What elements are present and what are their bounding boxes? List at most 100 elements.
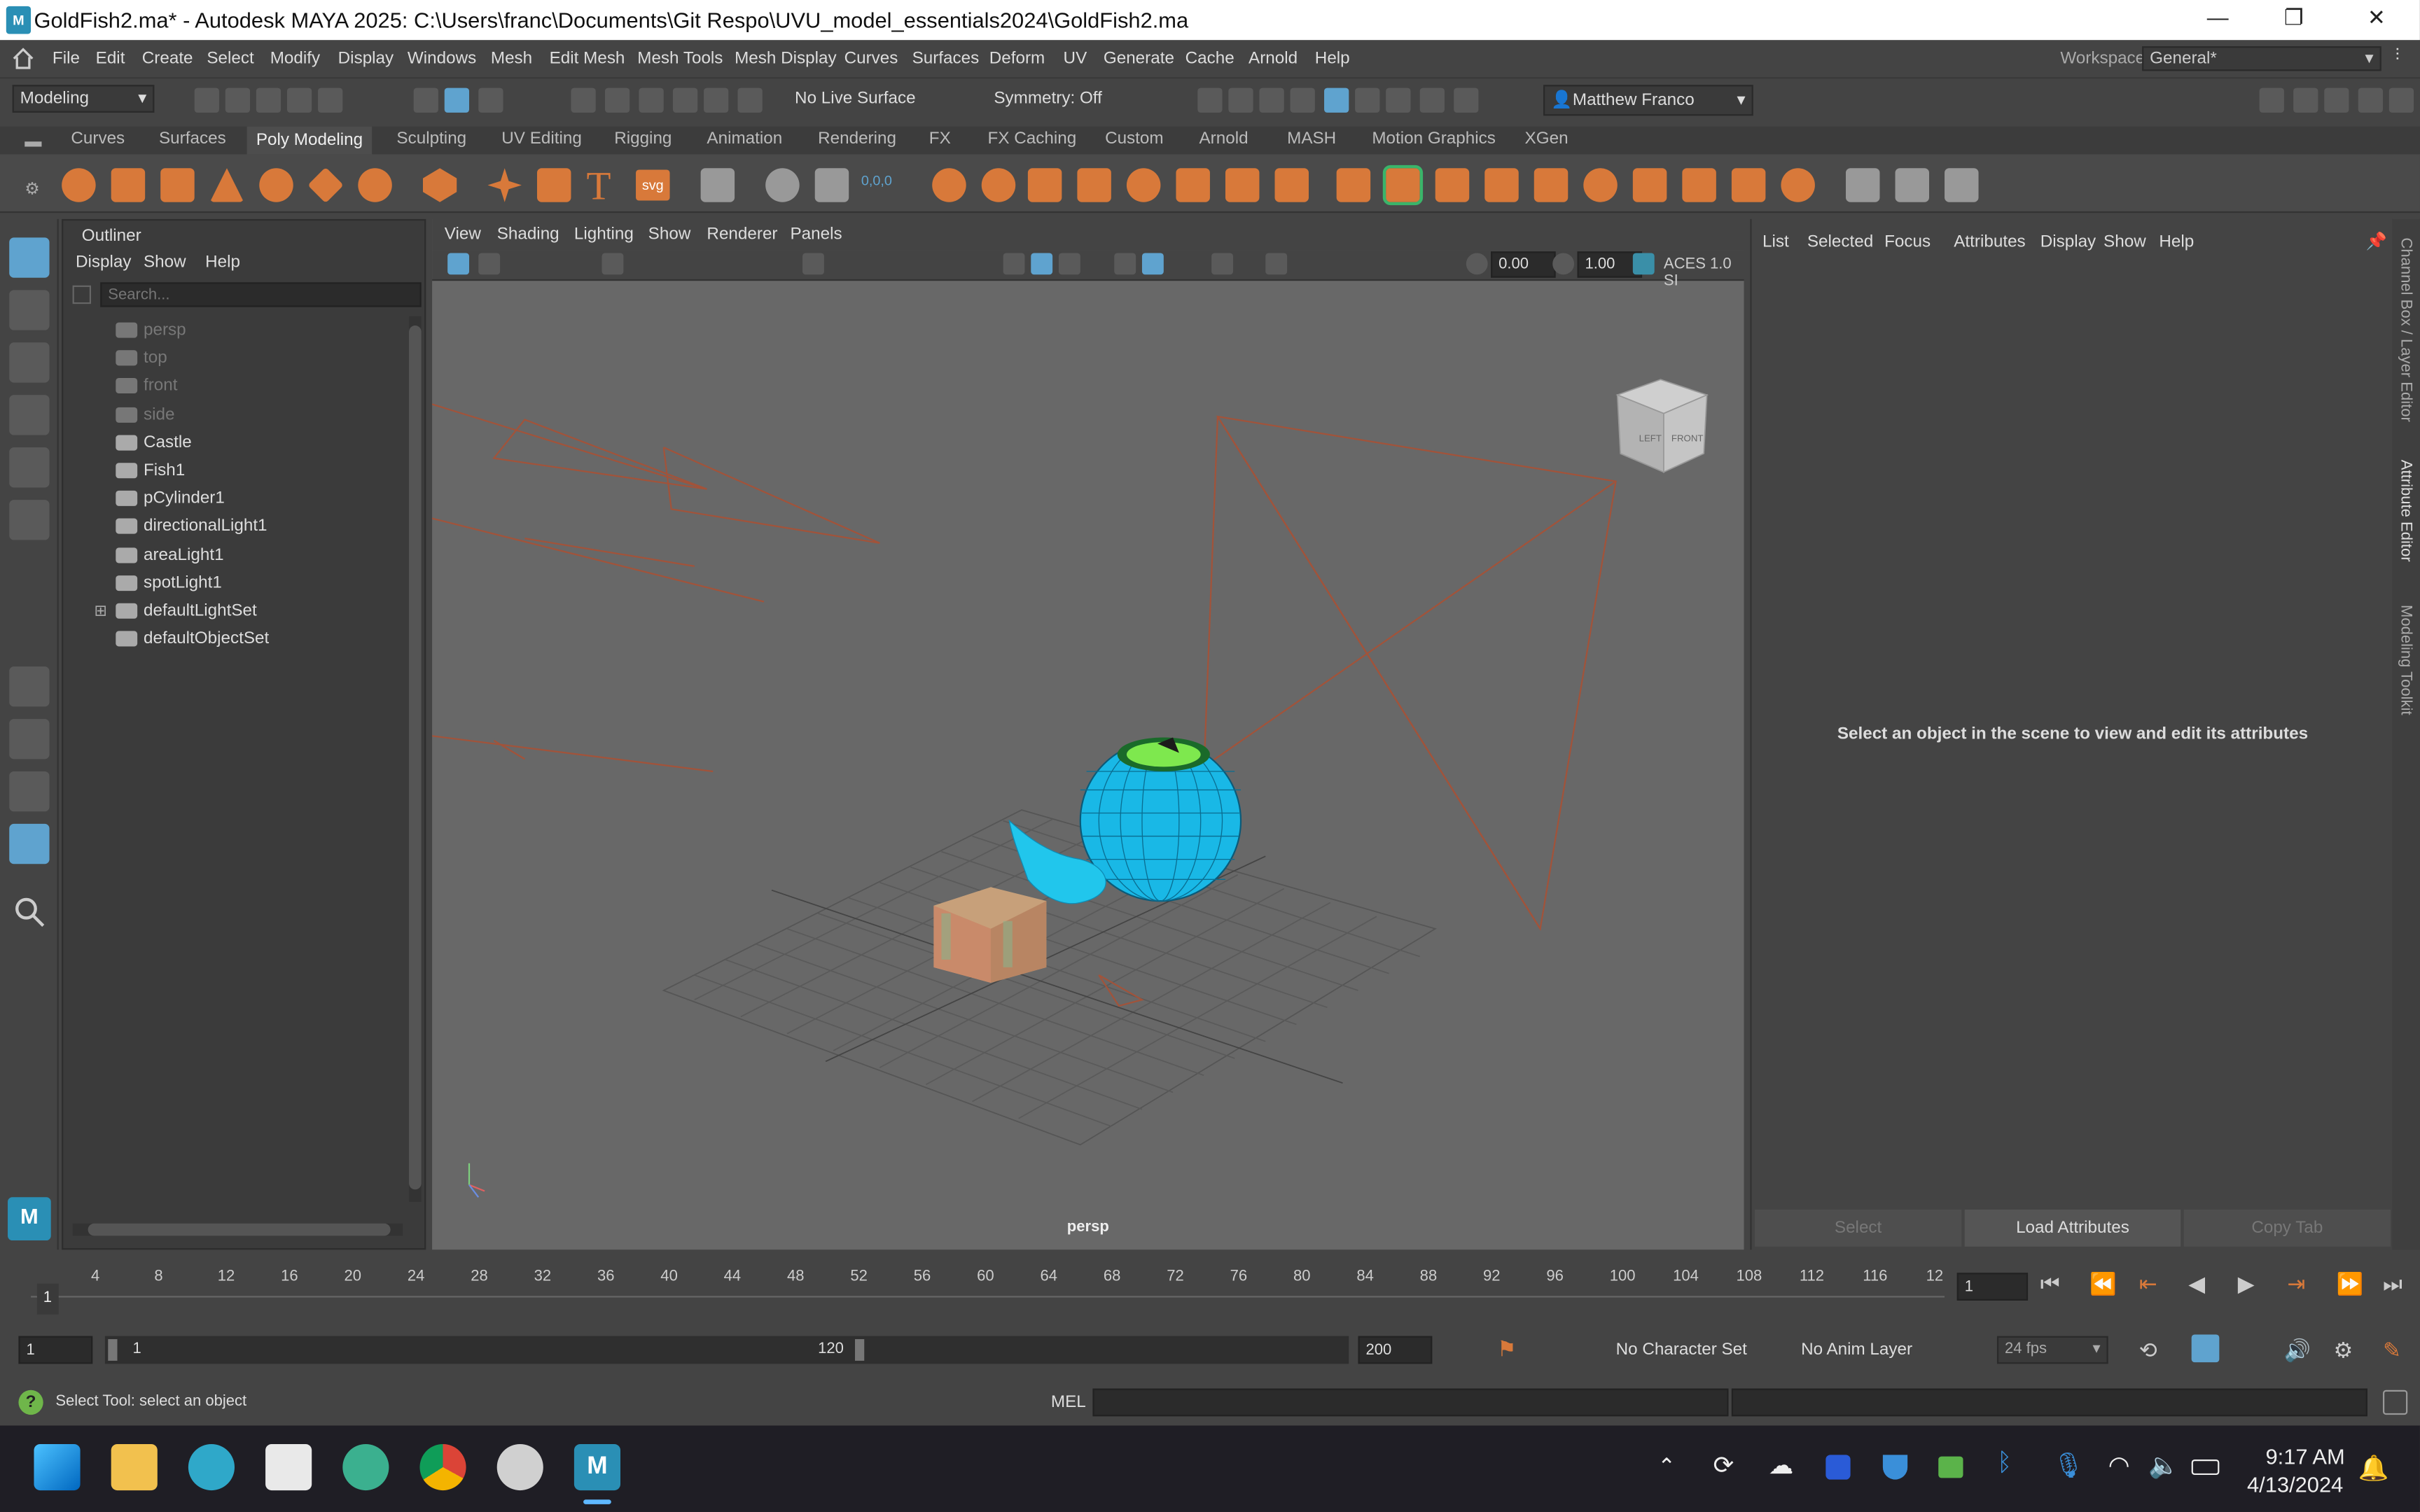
menu-surfaces[interactable]: Surfaces bbox=[912, 50, 980, 68]
play-forward-icon[interactable]: ▶ bbox=[2238, 1271, 2255, 1297]
outliner-item[interactable]: pCylinder1 bbox=[116, 484, 225, 512]
grid-toggle-icon[interactable] bbox=[802, 253, 824, 275]
microsoft-store-icon[interactable] bbox=[265, 1443, 312, 1491]
extrude-icon[interactable] bbox=[1225, 168, 1260, 202]
modeling-toolkit-icon[interactable] bbox=[2259, 88, 2284, 113]
platonic-solid-icon[interactable] bbox=[422, 168, 457, 202]
step-back-key-icon[interactable]: ⏪ bbox=[2089, 1271, 2116, 1297]
multi-cut-icon[interactable] bbox=[1382, 164, 1424, 206]
file-explorer-icon[interactable] bbox=[111, 1443, 158, 1491]
poly-cone-icon[interactable] bbox=[209, 168, 244, 202]
menu-modify[interactable]: Modify bbox=[270, 50, 320, 68]
svg-tool-icon[interactable]: svg bbox=[636, 169, 670, 201]
menu-edit[interactable]: Edit bbox=[96, 50, 125, 68]
microphone-icon[interactable]: 🎙 bbox=[2052, 1450, 2084, 1481]
outliner-item[interactable]: defaultObjectSet bbox=[116, 625, 269, 653]
tab-modeling-toolkit[interactable]: Modeling Toolkit bbox=[2397, 605, 2414, 715]
bridge-icon[interactable] bbox=[1274, 168, 1309, 202]
poly-cube-icon[interactable] bbox=[111, 168, 146, 202]
menu-select[interactable]: Select bbox=[207, 50, 253, 68]
obs-icon[interactable] bbox=[496, 1443, 543, 1491]
four-view-icon[interactable] bbox=[9, 719, 50, 760]
wireframe-icon[interactable] bbox=[1003, 253, 1025, 275]
pause-icon[interactable] bbox=[1454, 88, 1479, 113]
save-scene-icon[interactable] bbox=[256, 88, 281, 113]
move-tool-icon[interactable] bbox=[9, 395, 50, 435]
outliner-menu-help[interactable]: Help bbox=[205, 253, 240, 271]
tab-curves[interactable]: Curves bbox=[71, 130, 125, 148]
render-frame-icon[interactable] bbox=[1228, 88, 1253, 113]
menu-windows[interactable]: Windows bbox=[408, 50, 476, 68]
freeze-transform-icon[interactable] bbox=[814, 168, 849, 202]
tab-xgen[interactable]: XGen bbox=[1525, 130, 1569, 148]
gitkraken-icon[interactable] bbox=[342, 1443, 389, 1491]
tab-motion-graphics[interactable]: Motion Graphics bbox=[1372, 130, 1496, 148]
outliner-item[interactable]: spotLight1 bbox=[116, 569, 222, 597]
outliner-item[interactable]: top bbox=[116, 344, 167, 372]
exposure-field[interactable] bbox=[1491, 251, 1556, 278]
light-editor-icon[interactable] bbox=[1386, 88, 1411, 113]
cache-playback-icon[interactable] bbox=[2191, 1334, 2220, 1363]
append-polygon-icon[interactable] bbox=[1484, 168, 1519, 202]
select-object-icon[interactable] bbox=[444, 88, 470, 113]
edge-loop-icon[interactable] bbox=[1435, 168, 1470, 202]
wifi-icon[interactable]: ◠ bbox=[2108, 1450, 2130, 1481]
measure-icon[interactable] bbox=[1895, 168, 1929, 202]
color-management-icon[interactable] bbox=[1632, 253, 1655, 275]
snap-surface-icon[interactable] bbox=[704, 88, 729, 113]
tab-custom[interactable]: Custom bbox=[1105, 130, 1164, 148]
shelf-menu-icon[interactable]: ▬ bbox=[25, 133, 41, 151]
fill-hole-icon[interactable] bbox=[1534, 168, 1569, 202]
ipr-render-icon[interactable] bbox=[1259, 88, 1284, 113]
view-cube-front-label[interactable]: FRONT bbox=[1671, 433, 1704, 443]
outliner-menu-display[interactable]: Display bbox=[76, 253, 132, 271]
gamma-icon[interactable] bbox=[1552, 253, 1575, 275]
script-editor-icon[interactable] bbox=[2382, 1390, 2408, 1415]
search-icon[interactable] bbox=[13, 895, 46, 928]
isolate-select-icon[interactable] bbox=[1265, 253, 1288, 275]
restore-button[interactable]: ❐ bbox=[2284, 5, 2304, 31]
outliner-item[interactable]: persp bbox=[116, 316, 186, 344]
expand-icon[interactable]: ⊞ bbox=[94, 603, 106, 620]
3d-scene[interactable]: LEFT FRONT bbox=[432, 281, 1744, 1250]
chrome-icon[interactable] bbox=[419, 1443, 466, 1491]
select-component-icon[interactable] bbox=[478, 88, 503, 113]
view-cube-left-label[interactable]: LEFT bbox=[1639, 433, 1662, 443]
target-weld-icon[interactable] bbox=[1632, 168, 1667, 202]
tab-fx-caching[interactable]: FX Caching bbox=[988, 130, 1077, 148]
poly-sphere-icon[interactable] bbox=[62, 168, 96, 202]
outliner-item[interactable]: ⊞ defaultLightSet bbox=[94, 597, 256, 625]
time-slider[interactable]: 4 8 12 16 20 24 28 32 36 40 44 48 52 56 60 64 68 72 76 80 84… bbox=[0, 1252, 2420, 1321]
snap-curve-icon[interactable] bbox=[604, 88, 630, 113]
menu-pin-icon[interactable]: ⫶ bbox=[2395, 46, 2400, 66]
outliner-item[interactable]: side bbox=[116, 400, 174, 428]
menu-file[interactable]: File bbox=[53, 50, 80, 68]
symmetry-label[interactable]: Symmetry: Off bbox=[994, 90, 1101, 108]
outliner-search-input[interactable] bbox=[100, 282, 422, 307]
notification-bell-icon[interactable]: 🔔 bbox=[2358, 1453, 2389, 1484]
prev-key-icon[interactable]: ⇤ bbox=[2139, 1271, 2157, 1297]
tab-sculpting[interactable]: Sculpting bbox=[396, 130, 466, 148]
ae-select-button[interactable]: Select bbox=[1754, 1209, 1962, 1247]
snap-grid-icon[interactable] bbox=[571, 88, 596, 113]
step-forward-icon[interactable]: ⏩ bbox=[2337, 1271, 2363, 1297]
command-input[interactable] bbox=[1092, 1388, 1729, 1417]
animation-end-field[interactable] bbox=[1358, 1336, 1433, 1364]
anim-prefs-icon[interactable]: ✎ bbox=[2383, 1338, 2401, 1364]
snap-together-icon[interactable] bbox=[1845, 168, 1880, 202]
menu-deform[interactable]: Deform bbox=[989, 50, 1045, 68]
close-button[interactable]: ✕ bbox=[2367, 5, 2386, 31]
ae-menu-help[interactable]: Help bbox=[2159, 233, 2194, 251]
viewport-panel[interactable]: View Shading Lighting Show Renderer Pane… bbox=[432, 218, 1744, 1250]
use-all-lights-icon[interactable] bbox=[1141, 253, 1164, 275]
shelf-settings-icon[interactable]: ⚙ bbox=[25, 179, 40, 199]
menu-cache[interactable]: Cache bbox=[1185, 50, 1235, 68]
outliner-item[interactable]: directionalLight1 bbox=[116, 513, 267, 541]
tab-mash[interactable]: MASH bbox=[1287, 130, 1336, 148]
merge-icon[interactable] bbox=[1583, 168, 1618, 202]
rotate-tool-icon[interactable] bbox=[9, 447, 50, 488]
clock-time[interactable]: 9:17 AM bbox=[2265, 1444, 2344, 1469]
playback-options-icon[interactable]: ⚙ bbox=[2333, 1338, 2353, 1364]
render-settings-icon[interactable] bbox=[1290, 88, 1315, 113]
pin-icon[interactable]: 📌 bbox=[2366, 232, 2387, 251]
